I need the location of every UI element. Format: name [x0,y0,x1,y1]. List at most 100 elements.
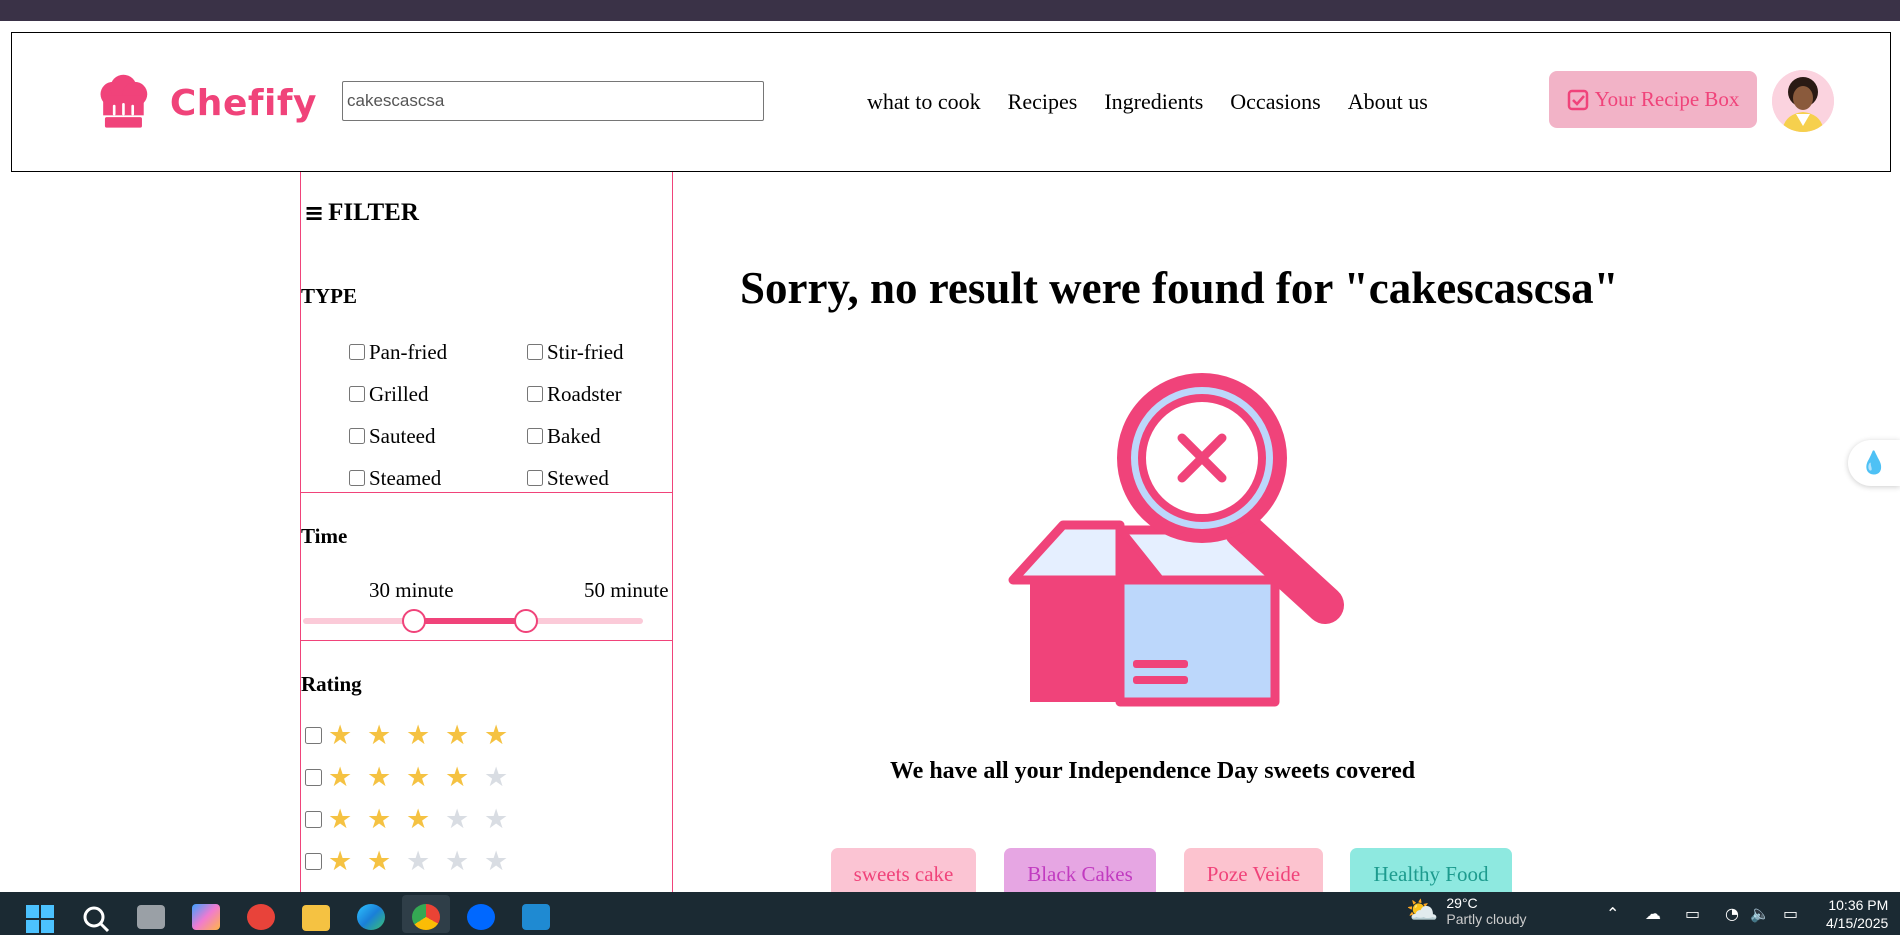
search-icon[interactable] [82,905,110,933]
rating-option-3[interactable]: ★ ★ ★ ★ ★ [305,806,523,833]
volume-icon[interactable]: 🔈 [1750,904,1770,923]
type-checkbox[interactable] [527,344,543,360]
floating-assistant-button[interactable]: 💧 [1848,440,1900,486]
recipe-box-button[interactable]: Your Recipe Box [1549,71,1757,128]
zalo-icon[interactable] [467,904,495,930]
filter-title-text: FILTER [328,199,419,226]
logo-text: Chefify [169,82,317,124]
rating-checkbox[interactable] [305,727,322,744]
star-filled-icon: ★ [367,804,392,835]
logo[interactable]: Chefify [97,71,317,135]
time-slider-max-handle[interactable] [514,609,538,633]
nav-what-to-cook[interactable]: what to cook [867,89,981,115]
divider [301,640,672,641]
filter-sidebar: ≡ FILTER TYPE Pan-fried Stir-fried Grill… [300,172,673,892]
copilot-icon[interactable] [192,904,220,930]
star-filled-icon: ★ [328,762,353,793]
type-option-sauteed[interactable]: Sauteed [349,424,527,448]
type-option-stewed[interactable]: Stewed [527,465,672,490]
temperature: 29°C [1446,895,1478,911]
time-section-title: Time [301,524,348,548]
wps-office-icon[interactable] [247,904,275,930]
vscode-icon[interactable] [522,904,550,930]
type-checkbox[interactable] [349,428,365,444]
edge-icon[interactable] [357,904,385,930]
rating-option-2[interactable]: ★ ★ ★ ★ ★ [305,848,523,875]
chevron-up-icon[interactable]: ⌃ [1606,904,1619,923]
star-empty-icon: ★ [406,846,431,877]
type-checkbox[interactable] [349,470,365,486]
type-label: Grilled [369,381,429,406]
nav-ingredients[interactable]: Ingredients [1104,89,1203,115]
tag-label: Black Cakes [1027,861,1133,886]
divider [301,492,672,493]
type-label: Roadster [547,381,622,406]
windows-start-icon[interactable] [26,905,54,933]
type-option-stir-fried[interactable]: Stir-fried [527,339,672,364]
rating-section-title: Rating [301,672,362,696]
time-slider-min-handle[interactable] [402,609,426,633]
checkbox-icon [1567,89,1588,110]
type-label: Stir-fried [547,339,624,364]
rating-option-5[interactable]: ★ ★ ★ ★ ★ [305,722,523,749]
type-option-roadster[interactable]: Roadster [527,381,672,406]
type-label: Sauteed [369,423,436,448]
wifi-icon[interactable]: ◔ [1725,904,1739,923]
chrome-icon[interactable] [412,904,440,930]
keyboard-icon[interactable]: ▭ [1685,904,1700,923]
browser-tab-strip [0,0,1900,21]
partly-cloudy-icon: ⛅ [1406,895,1439,926]
battery-icon[interactable]: ▭ [1783,904,1798,923]
onedrive-icon[interactable]: ☁ [1645,904,1661,923]
nav-recipes[interactable]: Recipes [1008,89,1078,115]
task-view-icon[interactable] [137,905,165,929]
rating-checkbox[interactable] [305,769,322,786]
main-nav: what to cook Recipes Ingredients Occasio… [867,89,1428,115]
type-label: Steamed [369,465,442,490]
type-option-grilled[interactable]: Grilled [349,382,527,406]
star-filled-icon: ★ [367,762,392,793]
chef-hat-icon [100,74,148,128]
star-empty-icon: ★ [445,804,470,835]
rating-checkbox[interactable] [305,811,322,828]
clock[interactable]: 10:36 PM 4/15/2025 [1826,896,1888,932]
type-option-baked[interactable]: Baked [527,424,672,448]
type-section-title: TYPE [301,284,358,308]
time-text: 10:36 PM [1828,897,1889,913]
type-option-steamed[interactable]: Steamed [349,466,527,490]
user-avatar-icon [1772,70,1834,132]
type-checkbox[interactable] [527,386,543,402]
rating-option-4[interactable]: ★ ★ ★ ★ ★ [305,764,523,791]
empty-box-search-illustration [1008,373,1344,707]
type-checkbox[interactable] [349,344,365,360]
star-filled-icon: ★ [406,762,431,793]
star-filled-icon: ★ [328,846,353,877]
tag-label: sweets cake [853,861,954,886]
type-checkbox[interactable] [349,386,365,402]
suggestion-subtitle: We have all your Independence Day sweets… [890,758,1416,784]
star-filled-icon: ★ [484,720,509,751]
nav-occasions[interactable]: Occasions [1230,89,1320,115]
star-filled-icon: ★ [367,846,392,877]
site-header: Chefify what to cook Recipes Ingredients… [11,32,1891,172]
type-options: Pan-fried Stir-fried Grilled Roadster Sa… [349,339,672,490]
type-checkbox[interactable] [527,428,543,444]
weather-widget[interactable]: ⛅ 29°C Partly cloudy [1406,895,1527,927]
time-min-label: 30 minute [369,578,454,602]
star-filled-icon: ★ [328,720,353,751]
type-checkbox[interactable] [527,470,543,486]
type-label: Stewed [547,465,609,490]
no-result-heading: Sorry, no result were found for "cakesca… [740,263,1619,313]
avatar[interactable] [1772,70,1834,132]
menu-icon[interactable]: ≡ [304,199,324,227]
tag-label: Healthy Food [1373,861,1489,886]
star-empty-icon: ★ [484,762,509,793]
nav-about-us[interactable]: About us [1348,89,1428,115]
time-max-label: 50 minute [584,578,669,602]
search-input[interactable] [342,81,764,121]
rating-checkbox[interactable] [305,853,322,870]
file-explorer-icon[interactable] [302,905,330,931]
type-option-pan-fried[interactable]: Pan-fried [349,340,527,364]
date-text: 4/15/2025 [1826,915,1889,932]
type-label: Pan-fried [369,339,448,364]
